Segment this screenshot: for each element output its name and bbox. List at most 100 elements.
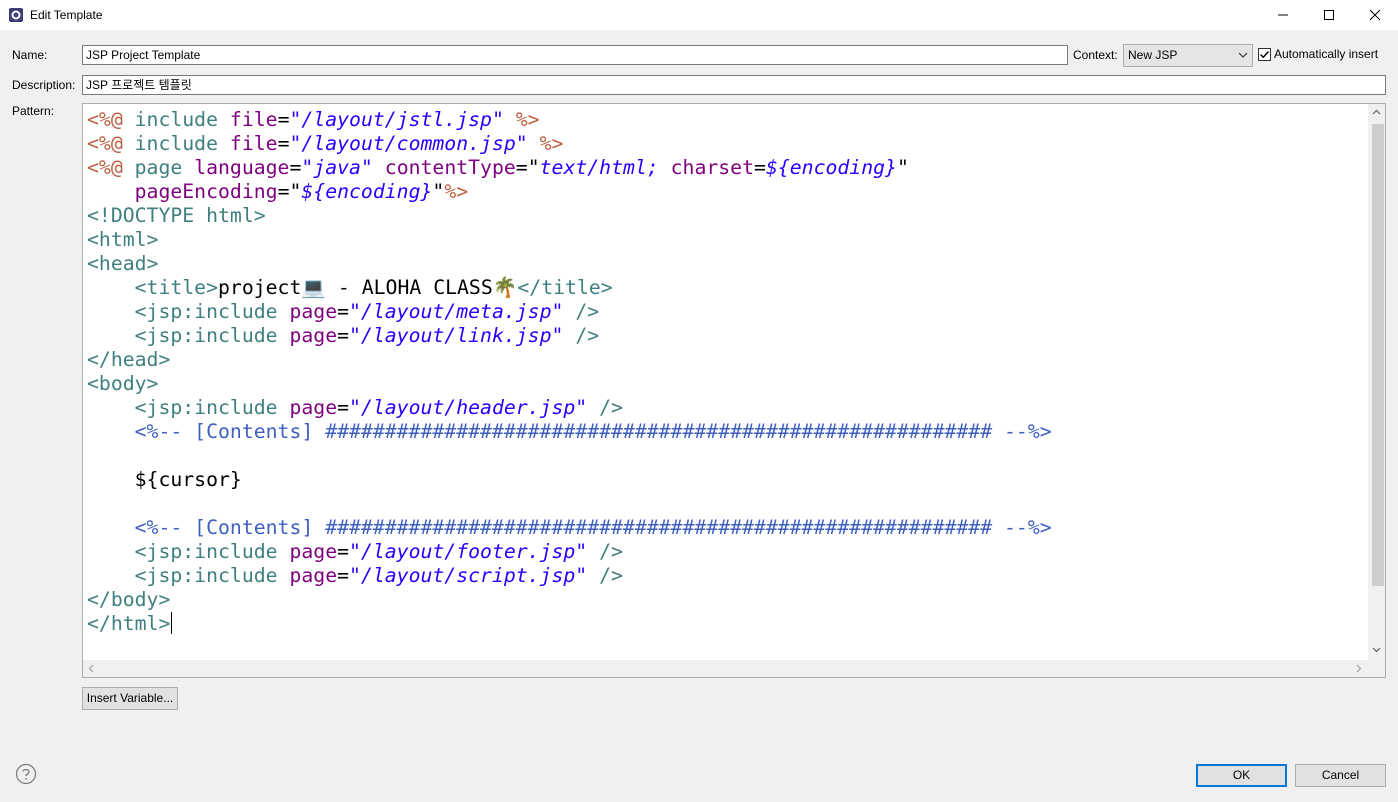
name-label: Name: (12, 48, 48, 62)
code-line: </body> (87, 588, 1052, 612)
code-line: <jsp:include page="/layout/meta.jsp" /> (87, 300, 1052, 324)
code-token: </head> (87, 348, 171, 371)
code-token: ${cursor} (87, 468, 242, 491)
ok-button[interactable]: OK (1196, 764, 1287, 787)
insert-variable-button[interactable]: Insert Variable... (82, 687, 178, 710)
code-token: </html> (87, 612, 171, 635)
scroll-right-icon[interactable] (1356, 664, 1362, 673)
title-bar: Edit Template (0, 0, 1398, 30)
code-token: <jsp:include (134, 540, 290, 563)
code-token: page (289, 396, 338, 419)
maximize-button[interactable] (1306, 0, 1352, 30)
code-token: <%@ (87, 132, 135, 155)
code-token: "/layout/link.jsp" (349, 324, 564, 347)
code-token: <!DOCTYPE html> (87, 204, 266, 227)
minimize-button[interactable] (1260, 0, 1306, 30)
close-button[interactable] (1352, 0, 1398, 30)
name-field[interactable]: JSP Project Template (82, 45, 1068, 65)
code-token: project💻 - ALOHA CLASS🌴 (218, 276, 518, 299)
code-line: <%-- [Contents] ########################… (87, 516, 1052, 540)
pattern-editor[interactable]: <%@ include file="/layout/jstl.jsp" %> <%… (82, 103, 1386, 678)
code-line: <jsp:include page="/layout/link.jsp" /> (87, 324, 1052, 348)
help-icon[interactable] (15, 763, 37, 785)
code-token: file (229, 108, 278, 131)
code-token: pageEncoding (134, 180, 278, 203)
code-token: =" (277, 180, 302, 203)
code-token: %> (444, 180, 469, 203)
vertical-scroll-thumb[interactable] (1372, 124, 1384, 586)
code-token: <jsp:include (134, 300, 290, 323)
scroll-up-icon[interactable] (1372, 109, 1381, 115)
code-line: <%@ include file="/layout/jstl.jsp" %> (87, 108, 1052, 132)
eclipse-icon (9, 8, 23, 22)
code-line: <jsp:include page="/layout/script.jsp" /… (87, 564, 1052, 588)
description-field[interactable]: JSP 프로젝트 템플릿 (82, 75, 1386, 95)
code-token: text/html; (539, 156, 671, 179)
text-cursor (171, 612, 173, 634)
code-token: contentType (384, 156, 516, 179)
code-token: /> (587, 564, 623, 587)
code-token: <body> (87, 372, 159, 395)
code-token: <html> (87, 228, 159, 251)
code-token: " (432, 180, 445, 203)
code-token: = (754, 156, 766, 179)
code-token: language (194, 156, 290, 179)
vertical-scrollbar[interactable] (1368, 104, 1385, 660)
code-line: <title>project💻 - ALOHA CLASS🌴</title> (87, 276, 1052, 300)
close-icon (1369, 9, 1381, 21)
code-token: <%@ (87, 108, 135, 131)
code-token: "/layout/jstl.jsp" (289, 108, 504, 131)
code-token: " (896, 156, 909, 179)
code-token: <title> (134, 276, 219, 299)
code-token: page (289, 300, 338, 323)
code-token: </title> (517, 276, 613, 299)
code-line: <!DOCTYPE html> (87, 204, 1052, 228)
pattern-label: Pattern: (12, 104, 55, 118)
code-token: <%-- [Contents] ########################… (134, 516, 1052, 539)
code-token: "java" (301, 156, 373, 179)
code-token: /> (563, 324, 600, 347)
code-token: page (289, 324, 338, 347)
code-token: /> (587, 540, 623, 563)
cancel-button[interactable]: Cancel (1295, 764, 1386, 787)
auto-insert-checkbox[interactable] (1258, 48, 1271, 61)
code-line: <html> (87, 228, 1052, 252)
code-token: <%@ (87, 156, 135, 179)
code-token: </body> (87, 588, 171, 611)
code-token: =" (515, 156, 540, 179)
code-token: /> (587, 396, 623, 419)
code-token: ${encoding} (301, 180, 433, 203)
code-token: %> (527, 132, 564, 155)
code-token: <jsp:include (134, 324, 290, 347)
code-token: = (277, 132, 290, 155)
context-label: Context: (1073, 48, 1118, 62)
context-select[interactable]: New JSP (1123, 44, 1253, 67)
code-token: = (337, 324, 350, 347)
code-token: file (229, 132, 278, 155)
scroll-down-icon[interactable] (1372, 647, 1381, 653)
code-token: = (277, 108, 290, 131)
chevron-down-icon (1238, 52, 1248, 58)
code-token: "/layout/meta.jsp" (349, 300, 564, 323)
code-token: "/layout/script.jsp" (349, 564, 588, 587)
horizontal-scrollbar[interactable] (83, 660, 1368, 677)
scroll-left-icon[interactable] (88, 664, 94, 673)
code-token: include (134, 132, 230, 155)
pattern-code[interactable]: <%@ include file="/layout/jstl.jsp" %> <%… (87, 108, 1052, 636)
code-token: page (289, 564, 338, 587)
scrollbar-corner (1368, 660, 1385, 677)
code-token: <jsp:include (134, 564, 290, 587)
code-token: ${encoding} (765, 156, 897, 179)
code-token: = (337, 564, 350, 587)
code-token: %> (503, 108, 540, 131)
code-token: <%-- [Contents] ########################… (134, 420, 1052, 443)
code-token: = (337, 396, 350, 419)
